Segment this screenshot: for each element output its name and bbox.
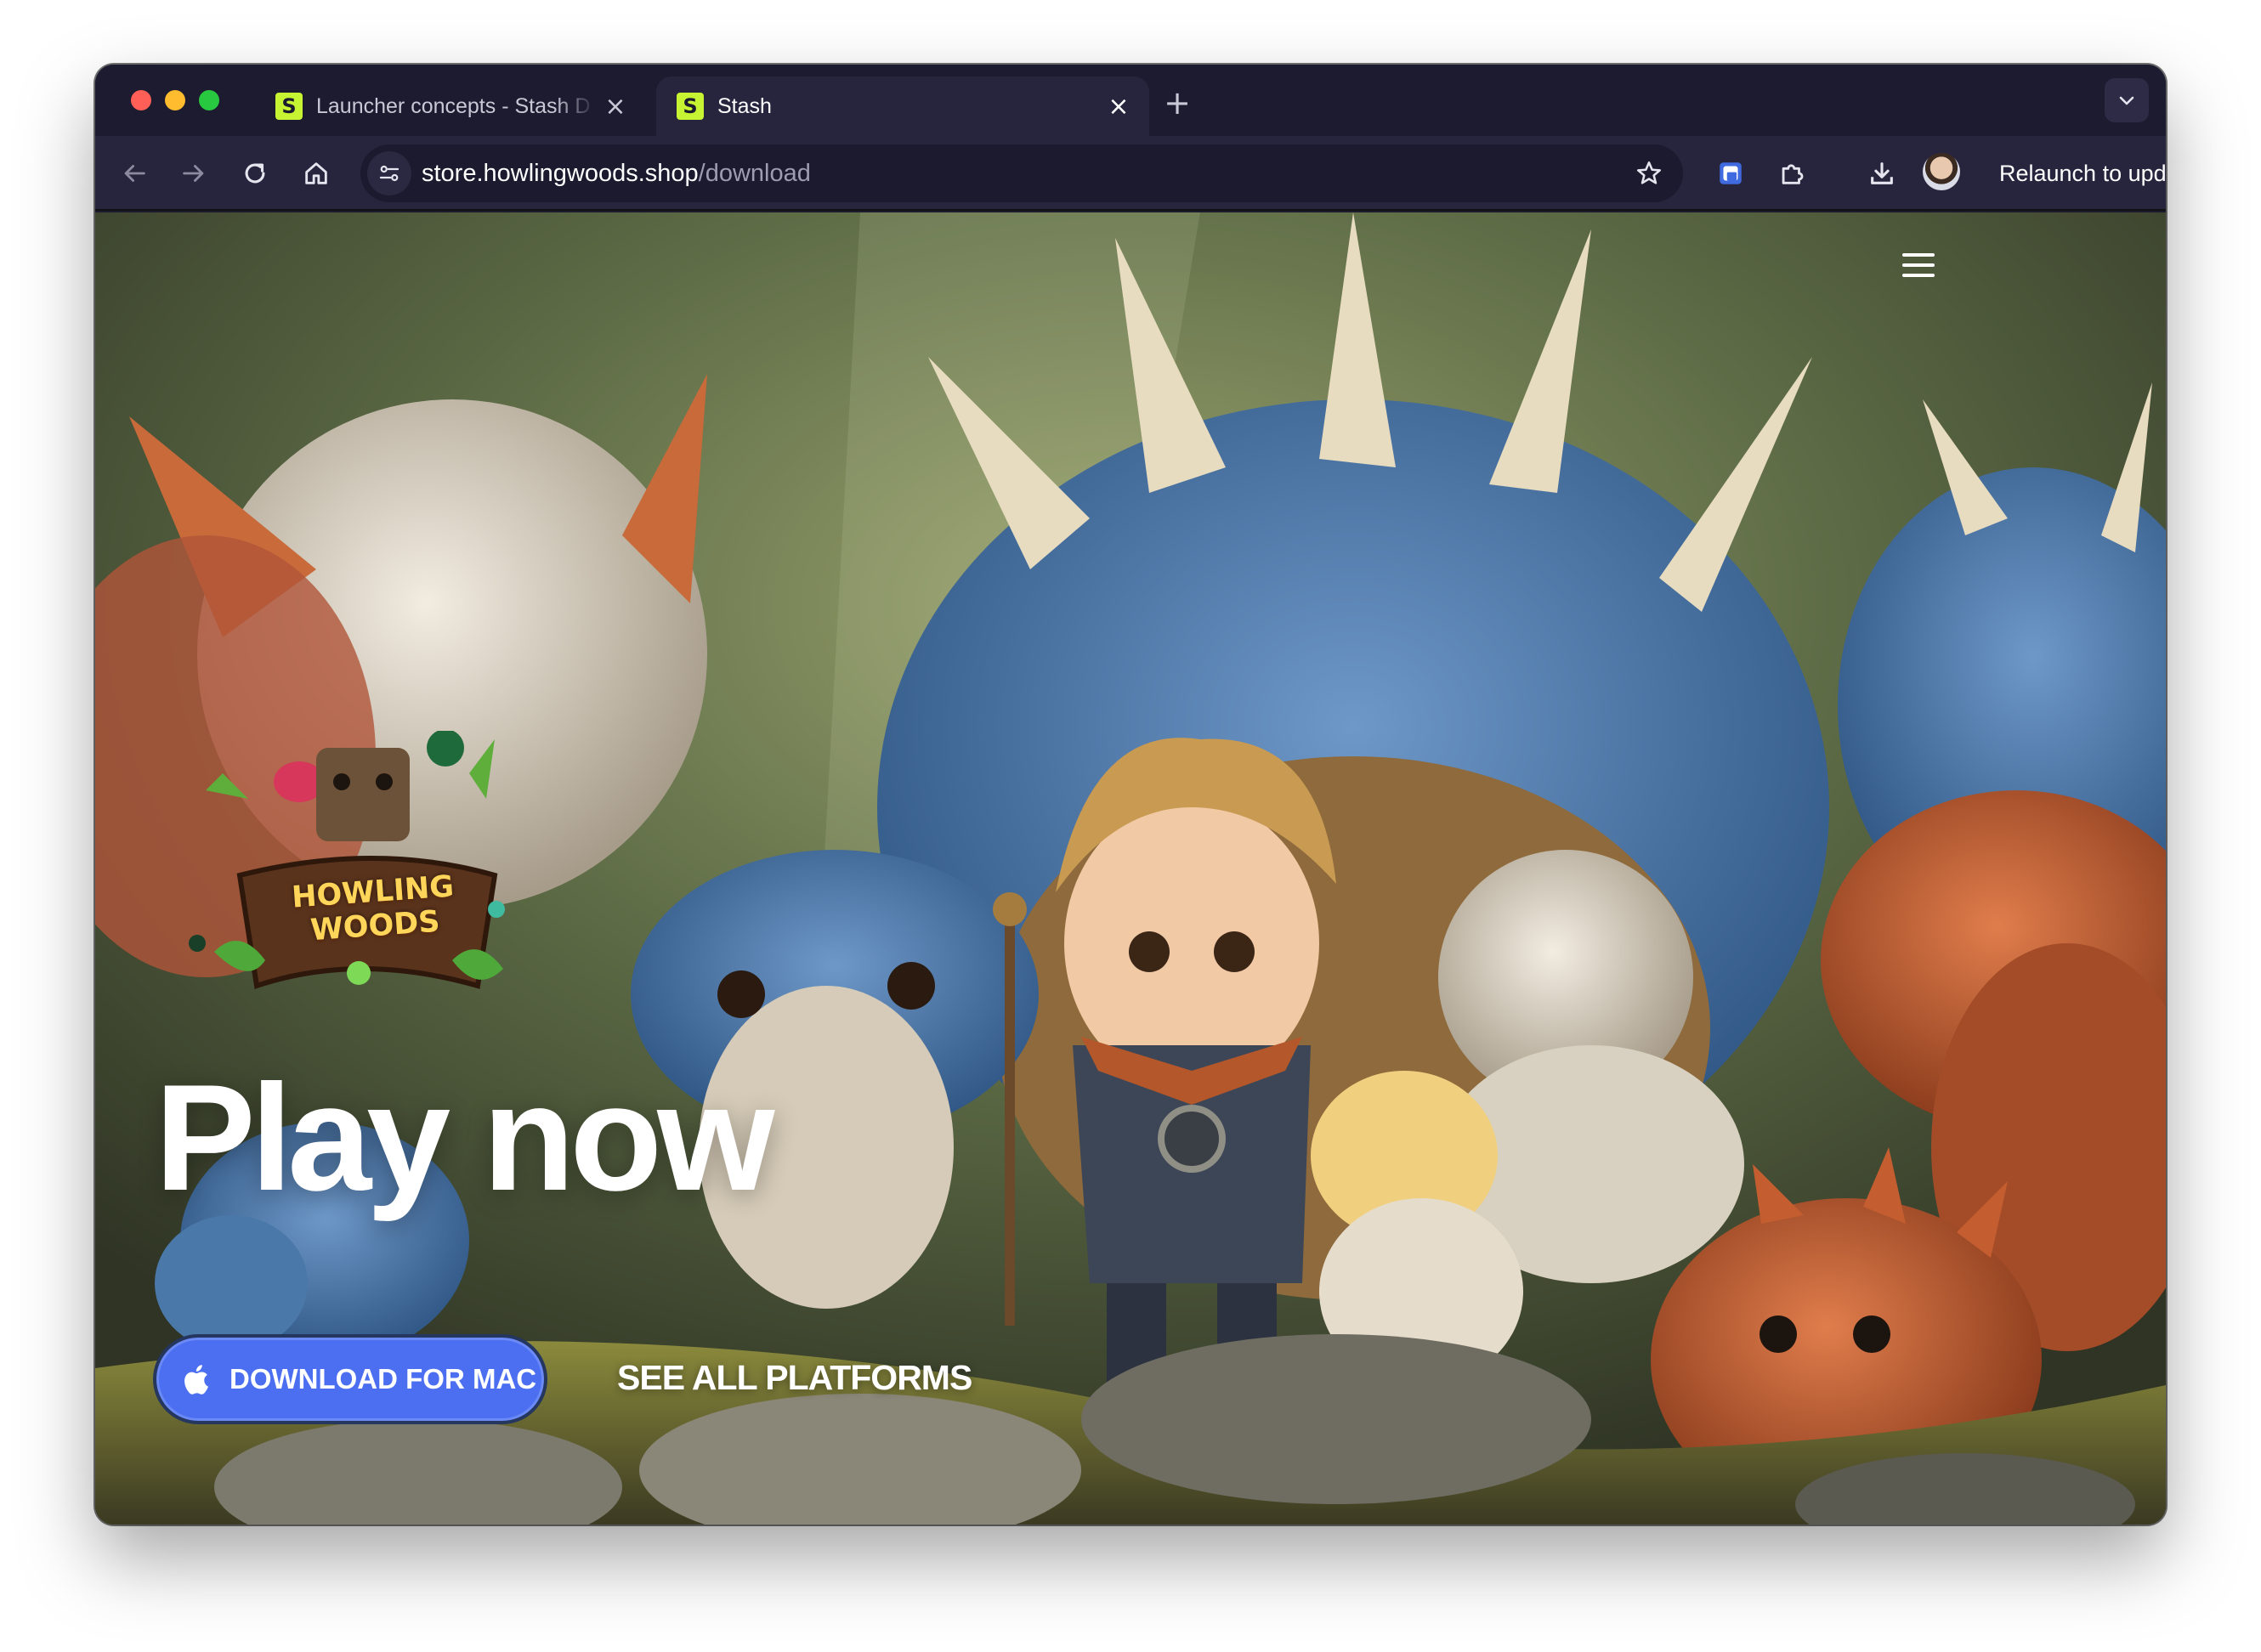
bookmark-star-icon [1636,161,1662,184]
tab-title: Stash [717,93,772,118]
hero-headline: Play now [155,1053,775,1222]
hamburger-menu-button[interactable] [1902,253,1936,280]
back-icon [124,165,145,182]
tab-title: Launcher concepts - Stash D [316,93,591,118]
extensions-icon [1782,164,1804,184]
site-info-icon [379,165,400,182]
url-host: store.howlingwoods.shop [422,160,699,187]
home-button[interactable] [296,153,337,194]
site-info-button[interactable] [367,151,411,195]
url-text[interactable]: store.howlingwoods.shop/download [422,160,811,188]
password-manager-icon [1720,162,1742,184]
forward-button[interactable] [173,153,214,194]
download-icon [1871,162,1893,184]
logo-wordmark: HOWLING WOODS [270,868,479,951]
tab-stash[interactable]: S Stash × [656,76,1149,136]
tab-close-button[interactable]: × [600,91,631,122]
tab-close-button[interactable]: × [1103,91,1134,122]
browser-toolbar: store.howlingwoods.shop/download Relaunc… [95,136,2166,211]
download-button-label: DOWNLOAD FOR MAC [230,1363,537,1395]
new-tab-button[interactable]: + [1156,82,1198,124]
downloads-button[interactable] [1862,153,1902,194]
apple-icon [184,1365,208,1395]
bookmark-button[interactable] [1629,153,1669,194]
extensions-button[interactable] [1771,153,1812,194]
maximize-window-button[interactable] [199,90,219,110]
logo-art [189,729,505,989]
reload-icon [245,163,265,184]
close-window-button[interactable] [131,90,151,110]
relaunch-label: Relaunch to update [1999,161,2166,186]
minimize-window-button[interactable] [165,90,185,110]
tab-launcher-concepts[interactable]: S Launcher concepts - Stash D × [255,76,646,136]
relaunch-update-button[interactable]: Relaunch to update [1982,150,2166,197]
forward-icon [183,165,204,182]
avatar[interactable] [1923,153,1960,190]
download-for-mac-button[interactable]: DOWNLOAD FOR MAC [153,1334,547,1424]
howling-woods-logo: HOWLING WOODS [172,729,529,1003]
see-all-platforms-link[interactable]: SEE ALL PLATFORMS [617,1358,972,1398]
url-path: /download [698,160,811,187]
tab-strip: S Launcher concepts - Stash D × S Stash … [95,65,2166,136]
chevron-down-icon [2119,96,2134,105]
browser-window: S Launcher concepts - Stash D × S Stash … [95,65,2166,1525]
page-content: HOWLING WOODS Play now DOWNLOAD FOR MAC … [95,212,2166,1525]
back-button[interactable] [114,153,155,194]
stash-logo-icon: S [275,93,303,120]
stash-logo-icon: S [677,93,704,120]
reload-button[interactable] [235,153,275,194]
password-manager-button[interactable] [1710,153,1751,194]
tab-search-button[interactable] [2105,78,2149,122]
address-bar[interactable]: store.howlingwoods.shop/download [360,144,1683,202]
home-icon [305,162,327,184]
